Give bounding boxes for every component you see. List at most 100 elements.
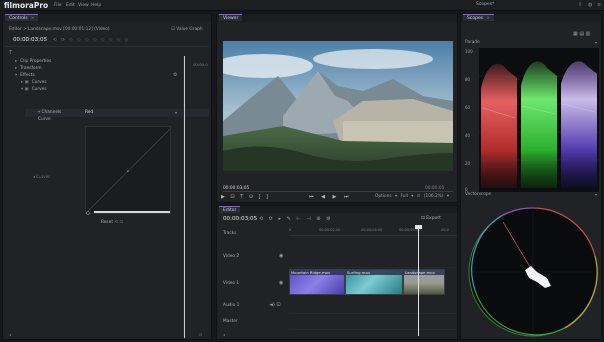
playhead-handle[interactable] <box>415 225 422 229</box>
tab-controls[interactable]: Controls × <box>5 14 39 21</box>
undo-icon: ⟲ ⊡ <box>114 220 123 225</box>
menu-view[interactable]: View <box>78 3 89 8</box>
tree-curves-1[interactable]: ▸ ▣ Curves <box>21 80 47 85</box>
window-title: Scopes* <box>476 2 495 7</box>
tree-curves-2[interactable]: ▾ ▣ Curves <box>21 87 47 92</box>
clip-mountain-ridge[interactable]: Mountain Ridge.mov <box>289 269 345 295</box>
controls-timecode[interactable]: 00:00:03;05 <box>13 37 47 43</box>
chevron-down-icon[interactable]: ▾ <box>595 192 597 197</box>
controls-path: Editor > Landscape.mov [00:00:01:12] (Vi… <box>9 27 110 32</box>
tab-viewer[interactable]: Viewer <box>219 14 243 21</box>
controls-panel: Controls × Editor > Landscape.mov [00:00:… <box>2 13 212 340</box>
parade-axis-label: 80 <box>465 77 471 82</box>
menu-help[interactable]: Help <box>91 3 101 8</box>
more-icon[interactable]: ≡ <box>597 2 603 8</box>
text-tool-icon[interactable]: T <box>9 50 12 56</box>
viewer-tools[interactable]: ▶ ⊡ T ⊙ [ ] <box>221 194 270 200</box>
chevron-down-icon[interactable]: ▾ <box>175 110 177 115</box>
scroll-left-icon[interactable]: ◂ <box>9 332 11 337</box>
ruler-label: 00:00:02:00 <box>319 228 341 232</box>
clip-surfing[interactable]: Surfing.mov <box>345 269 403 295</box>
controls-playhead[interactable] <box>184 56 185 338</box>
vectorscope-label: Vectorscope <box>465 192 492 197</box>
user-icon[interactable]: ◍ <box>588 2 594 8</box>
channel-select[interactable]: Red <box>85 110 93 115</box>
chevron-right-icon: ▸ <box>15 66 18 71</box>
editor-panel: Editor 00:00:03;05 ⟲ ⟳ ▸ ✎ ⊢ ⊣ ⊛ ⚙ ⊡ Exp… <box>216 205 458 340</box>
eye-icon[interactable]: ◉ <box>279 253 283 259</box>
curve-side-label: ◂ Curves <box>33 174 51 179</box>
track-video-1: Video 1 <box>223 281 240 286</box>
chevron-down-icon: ▾ ▣ <box>21 87 29 92</box>
parade-axis-label: 40 <box>465 133 471 138</box>
editor-tabbar: Editor <box>217 206 457 213</box>
clip-label: Surfing.mov <box>346 270 402 275</box>
share-icon[interactable]: ⇪ <box>578 2 584 8</box>
vectorscope <box>465 200 601 340</box>
ruler-label: 00:00:04:00 <box>361 228 383 232</box>
chevron-down-icon[interactable]: ▾ <box>595 40 597 45</box>
chevron-right-icon: ▸ ▣ <box>21 80 29 85</box>
close-icon[interactable]: × <box>486 16 490 21</box>
controls-keyframe-track <box>183 56 211 336</box>
chevron-right-icon: ▸ <box>15 59 18 64</box>
ruler-label: 00:0 <box>441 228 449 232</box>
tab-scopes[interactable]: Scopes × <box>463 14 494 21</box>
parade-axis-label: 20 <box>465 161 471 166</box>
scroll-left-icon[interactable]: ◂ <box>223 332 225 337</box>
menu-edit[interactable]: Edit <box>66 3 75 8</box>
editor-tools[interactable]: ⟲ ⟳ ▸ ✎ ⊢ ⊣ ⊛ ⚙ <box>259 216 333 222</box>
layout-icons[interactable]: ▦ ▤ ▥ <box>573 31 590 37</box>
menu-file[interactable]: File <box>54 3 62 8</box>
close-icon[interactable]: × <box>31 16 35 21</box>
eye-icon[interactable]: ◉ <box>279 280 283 286</box>
landscape-frame <box>213 41 453 171</box>
timeline-playhead[interactable] <box>418 226 419 336</box>
controls-tabbar: Controls × <box>3 14 211 22</box>
clip-label: Landscape.mov <box>404 270 444 275</box>
curve-label: Curve <box>38 117 51 122</box>
app-logo: filmoraPro <box>4 1 49 10</box>
curve-graph[interactable] <box>85 127 172 215</box>
value-graph-toggle[interactable]: ☑ Value Graph <box>171 27 203 32</box>
editor-timecode[interactable]: 00:00:03;05 <box>223 216 257 222</box>
scopes-panel: Scopes × ▦ ▤ ▥ Parade ▾ 100 80 60 40 20 0 <box>460 13 602 340</box>
chevron-down-icon: ▾ <box>15 73 18 78</box>
transport-controls[interactable]: ⏮ ◀ ▶ ⏭ <box>309 194 351 200</box>
vectorscope-graph <box>468 207 598 337</box>
curve-editor[interactable] <box>85 126 172 215</box>
track-video-2: Video 2 <box>223 254 240 259</box>
gear-icon[interactable]: ⚙ <box>173 72 177 78</box>
export-button[interactable]: ⊡ Export <box>421 216 441 221</box>
parade-graph <box>479 61 599 189</box>
parade-label: Parade <box>465 40 480 45</box>
rgb-parade <box>479 48 599 192</box>
speaker-icon[interactable]: ◄) ⊡ <box>269 302 281 308</box>
viewer-options[interactable]: Options ▾ Full ▾ ⊙ (106.2%) ▾ <box>375 194 449 199</box>
viewer-panel: Viewer 00:00:03;05 00:00:05 ▶ ⊡ T ⊙ [] … <box>213 13 458 203</box>
track-row <box>289 246 457 268</box>
viewer-tabbar: Viewer <box>217 14 457 22</box>
track-row <box>289 314 457 330</box>
parade-axis-label: 60 <box>465 105 471 110</box>
divider <box>5 46 209 47</box>
clip-landscape[interactable]: Landscape.mov <box>403 269 445 295</box>
video-preview <box>213 41 453 171</box>
viewer-scrubber[interactable] <box>223 191 453 192</box>
reset-button[interactable]: Reset ⟲ ⊡ <box>101 220 123 225</box>
tab-editor[interactable]: Editor <box>219 206 241 213</box>
parade-axis-label: 100 <box>465 49 473 54</box>
scopes-tabbar: Scopes × <box>461 14 601 22</box>
keyframe-icons[interactable]: ⟲ ⟳ ◇ ◇ ◇ ◇ ◇ ◇ ◇ ◇ <box>53 38 130 43</box>
track-audio-1: Audio 1 <box>223 303 240 308</box>
tracks-label: Tracks <box>223 231 237 236</box>
tree-effects[interactable]: ▾ Effects <box>15 73 35 78</box>
ruler-label: 0 <box>289 228 292 232</box>
timeline-ruler[interactable]: 0 00:00:02:00 00:00:04:00 00:00:05:00 00… <box>289 226 457 236</box>
zoom-icon[interactable]: ⊡ <box>199 332 202 337</box>
channel-label: ▾ Channels <box>38 110 62 115</box>
tree-transform[interactable]: ▸ Transform <box>15 66 42 71</box>
menu-bar: filmoraPro File Edit View Help Scopes* ⇪… <box>0 0 604 11</box>
track-row <box>289 296 457 314</box>
tree-clip-properties[interactable]: ▸ Clip Properties <box>15 59 51 64</box>
